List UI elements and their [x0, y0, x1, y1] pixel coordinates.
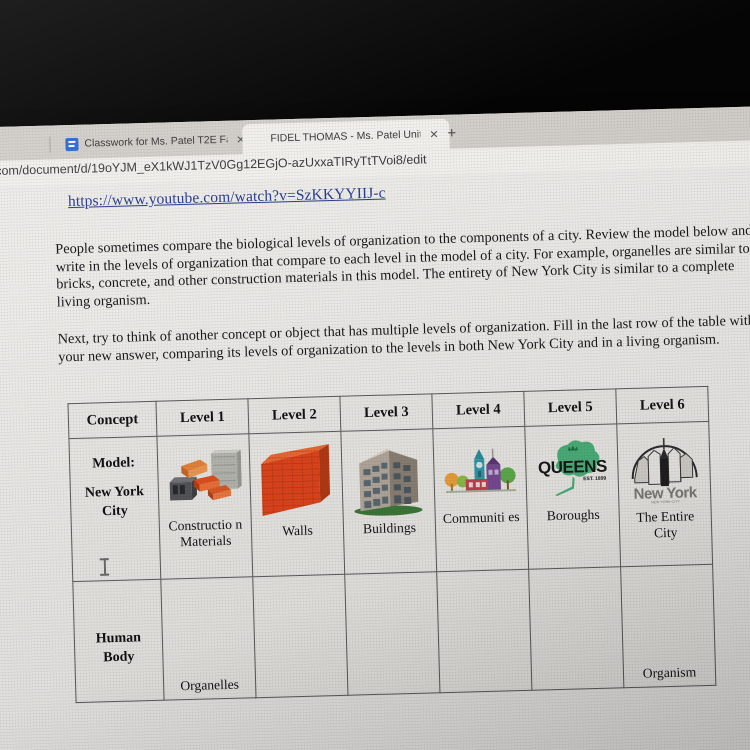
column-header-level-1: Level 1	[155, 398, 249, 437]
column-header-level-3: Level 3	[339, 393, 433, 432]
browser-tab-0[interactable]: 00 A ✕	[0, 130, 52, 163]
cell-body-level-3[interactable]	[344, 571, 440, 696]
table-row: Human Body Organelles Organism	[72, 564, 716, 703]
cell-label	[256, 690, 347, 692]
cell-nyc-level-3[interactable]: Buildings	[340, 428, 437, 575]
community-skyline-image	[440, 435, 520, 509]
column-header-concept: Concept	[67, 401, 157, 439]
cell-label: Communiti es	[442, 509, 520, 527]
cell-label: Organelles	[180, 676, 240, 694]
column-header-level-5: Level 5	[523, 388, 617, 427]
classroom-icon	[65, 137, 79, 151]
paragraph-2: Next, try to think of another concept or…	[57, 312, 750, 365]
cell-label: Boroughs	[546, 506, 600, 524]
cell-concept-new-york-city[interactable]: Model: New York City	[68, 436, 161, 582]
cell-nyc-level-6[interactable]: New York NEW YORK CITY The Entire City	[616, 421, 713, 567]
cell-label: Buildings	[362, 519, 417, 537]
new-york-logo-image: New York NEW YORK CITY	[623, 430, 705, 508]
cell-label: Organism	[642, 664, 697, 681]
queens-logo-image: QUEENS EST. 1899	[531, 433, 613, 507]
svg-text:QUEENS: QUEENS	[537, 457, 606, 478]
youtube-link[interactable]: https://www.youtube.com/watch?v=SzKKYYII…	[68, 185, 386, 212]
cell-concept-human-body[interactable]: Human Body	[72, 579, 165, 703]
cell-body-level-1[interactable]: Organelles	[160, 576, 257, 701]
cell-body-level-2[interactable]	[252, 574, 348, 698]
cell-body-level-4[interactable]	[436, 569, 532, 693]
construction-materials-image	[166, 443, 242, 517]
cell-nyc-level-1[interactable]: Constructio n Materials	[156, 433, 253, 580]
cell-nyc-level-4[interactable]: Communiti es	[432, 426, 529, 572]
cell-body-level-5[interactable]	[528, 566, 624, 691]
cell-label	[440, 685, 531, 687]
text-cursor	[100, 558, 109, 575]
concept-label-line3: City	[101, 503, 128, 520]
new-tab-button[interactable]: +	[447, 125, 456, 142]
cell-nyc-level-5[interactable]: QUEENS EST. 1899 Boroughs	[524, 423, 621, 570]
concept-label-line1: Model:	[92, 455, 136, 472]
brick-wall-image	[256, 440, 336, 522]
photographed-screen-container: 00 A ✕ Classwork for Ms. Patel T2E Fa ✕ …	[0, 0, 750, 750]
cell-body-level-6[interactable]: Organism	[620, 564, 716, 688]
paragraph-1: People sometimes compare the biological …	[55, 222, 750, 310]
column-header-level-6: Level 6	[615, 386, 709, 424]
concept-label-line2: New York	[84, 484, 145, 501]
levels-of-organization-table[interactable]: Concept Level 1 Level 2 Level 3 Level 4 …	[67, 385, 717, 704]
browser-window: 00 A ✕ Classwork for Ms. Patel T2E Fa ✕ …	[0, 106, 750, 750]
cell-nyc-level-2[interactable]: Walls	[248, 431, 345, 577]
cell-label: Walls	[282, 522, 314, 539]
tab-title: FIDEL THOMAS - Ms. Patel Unit	[270, 128, 421, 145]
cell-label: Constructio n Materials	[168, 516, 243, 550]
cell-label: The Entire City	[636, 508, 695, 541]
cell-label	[532, 682, 623, 684]
column-header-level-2: Level 2	[247, 396, 341, 434]
cell-label	[348, 687, 439, 689]
column-header-level-4: Level 4	[431, 391, 525, 429]
close-icon[interactable]: ✕	[429, 128, 439, 141]
building-image	[348, 438, 428, 520]
document-page: https://www.youtube.com/watch?v=SzKKYYII…	[0, 166, 750, 750]
concept-label-line1: Human	[95, 630, 142, 647]
table-row: Model: New York City Constructio n Mater…	[68, 421, 713, 582]
concept-label-line2: Body	[103, 649, 135, 666]
svg-text:NEW YORK CITY: NEW YORK CITY	[650, 500, 679, 505]
svg-text:EST. 1899: EST. 1899	[583, 476, 606, 483]
tab-title: Classwork for Ms. Patel T2E Fa	[84, 133, 228, 150]
